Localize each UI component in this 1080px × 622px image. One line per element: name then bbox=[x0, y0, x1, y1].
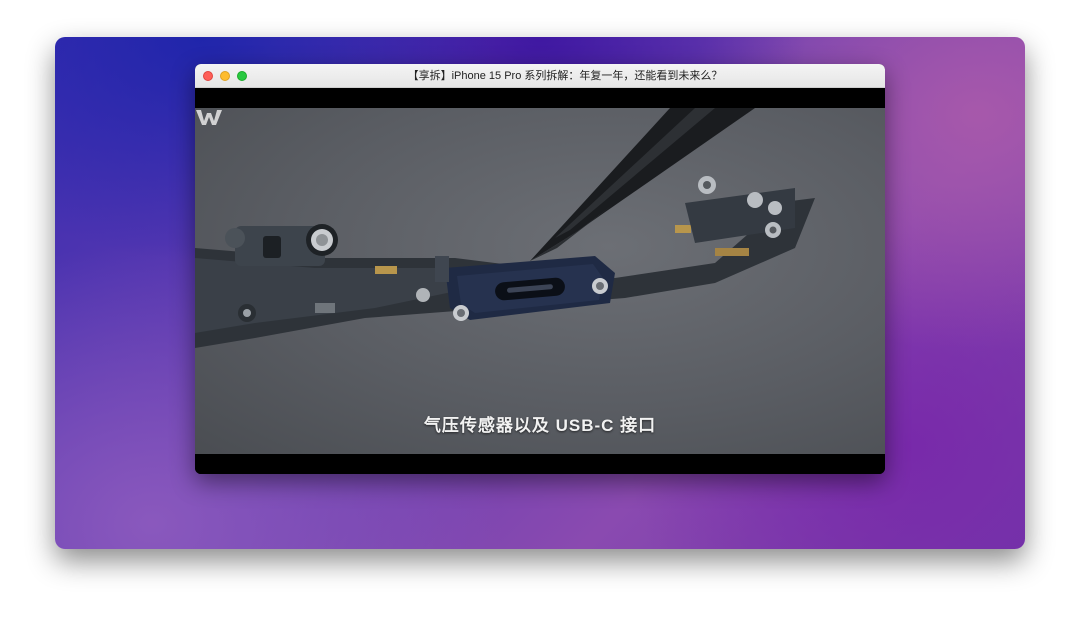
zoom-button[interactable] bbox=[237, 71, 247, 81]
title-bar[interactable]: 【享拆】iPhone 15 Pro 系列拆解：年复一年，还能看到未来么？ bbox=[195, 64, 885, 88]
minimize-button[interactable] bbox=[220, 71, 230, 81]
w-logo-icon bbox=[196, 110, 222, 125]
video-frame[interactable]: 气压传感器以及 USB-C 接口 bbox=[195, 108, 885, 454]
desktop-background: 【享拆】iPhone 15 Pro 系列拆解：年复一年，还能看到未来么？ 气压传… bbox=[55, 37, 1025, 549]
teardown-scene-image bbox=[195, 108, 815, 348]
player-window[interactable]: 【享拆】iPhone 15 Pro 系列拆解：年复一年，还能看到未来么？ 气压传… bbox=[195, 64, 885, 474]
close-button[interactable] bbox=[203, 71, 213, 81]
video-subtitle: 气压传感器以及 USB-C 接口 bbox=[423, 416, 657, 435]
video-area[interactable]: 气压传感器以及 USB-C 接口 bbox=[195, 88, 885, 474]
window-title: 【享拆】iPhone 15 Pro 系列拆解：年复一年，还能看到未来么？ bbox=[407, 70, 723, 82]
